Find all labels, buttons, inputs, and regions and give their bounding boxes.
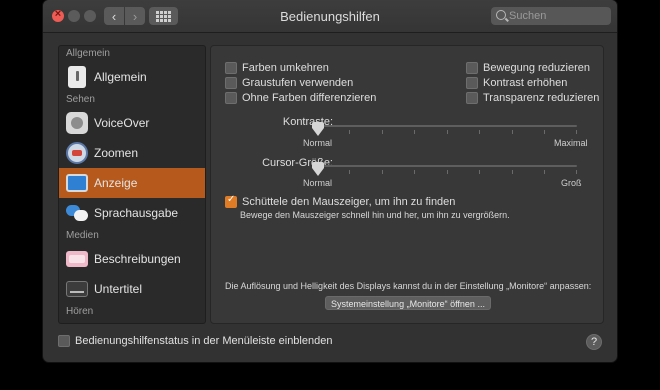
- contrast-slider-track[interactable]: [317, 125, 577, 127]
- checkbox-box[interactable]: [466, 62, 478, 74]
- sidebar-item-untertitel[interactable]: Untertitel: [59, 274, 205, 304]
- differentiate-without-color-checkbox[interactable]: Ohne Farben differenzieren: [225, 91, 376, 105]
- checkbox-box[interactable]: [58, 335, 70, 347]
- search-icon: [496, 10, 506, 20]
- sidebar-section-sehen: Sehen: [66, 94, 95, 105]
- cursor-size-slider-ticks: [317, 170, 577, 174]
- cursor-size-slider-thumb[interactable]: [312, 162, 324, 176]
- sidebar-item-anzeige[interactable]: Anzeige: [59, 168, 205, 198]
- checkbox-label: Farben umkehren: [242, 62, 329, 74]
- sidebar-item-label: Sprachausgabe: [94, 206, 179, 220]
- sidebar-item-label: Allgemein: [94, 70, 147, 84]
- search-input[interactable]: [509, 7, 607, 25]
- sidebar-item-beschreibungen[interactable]: Beschreibungen: [59, 244, 205, 274]
- checkbox-label: Graustufen verwenden: [242, 77, 354, 89]
- zoom-icon: [66, 142, 88, 164]
- sidebar-item-sprachausgabe[interactable]: Sprachausgabe: [59, 198, 205, 228]
- sidebar-item-label: Untertitel: [94, 282, 143, 296]
- checkbox-box[interactable]: [466, 92, 478, 104]
- invert-colors-checkbox[interactable]: Farben umkehren: [225, 61, 329, 75]
- contrast-max-label: Maximal: [554, 138, 588, 148]
- checkbox-label: Ohne Farben differenzieren: [242, 92, 377, 104]
- monitors-note: Die Auflösung und Helligkeit des Display…: [225, 281, 592, 291]
- menu-bar-status-checkbox[interactable]: Bedienungshilfenstatus in der Menüleiste…: [58, 334, 332, 348]
- sidebar-item-label: Beschreibungen: [94, 252, 181, 266]
- checkbox-box[interactable]: [225, 62, 237, 74]
- checkbox-label: Transparenz reduzieren: [483, 92, 600, 104]
- sidebar-item-voiceover[interactable]: VoiceOver: [59, 108, 205, 138]
- sidebar-section-medien: Medien: [66, 230, 99, 241]
- captions-icon: [66, 281, 88, 297]
- speech-icon: [66, 202, 88, 224]
- cursor-size-min-label: Normal: [303, 178, 333, 188]
- display-panel: Farben umkehren Graustufen verwenden Ohn…: [210, 45, 604, 324]
- checkbox-box[interactable]: [225, 194, 237, 208]
- open-monitors-button[interactable]: Systemeinstellung „Monitore“ öffnen ...: [325, 296, 491, 310]
- contrast-min-label: Normal: [303, 138, 333, 148]
- title-bar: × ‹ › Bedienungshilfen: [43, 0, 617, 33]
- checkbox-label: Bedienungshilfenstatus in der Menüleiste…: [75, 335, 333, 347]
- sidebar-section-allgemein: Allgemein: [66, 48, 110, 59]
- increase-contrast-checkbox[interactable]: Kontrast erhöhen: [466, 76, 567, 90]
- checkbox-label: Kontrast erhöhen: [483, 77, 568, 89]
- descriptions-icon: [66, 251, 88, 267]
- general-icon: [68, 66, 86, 88]
- voiceover-icon: [66, 112, 88, 134]
- sidebar-item-zoomen[interactable]: Zoomen: [59, 138, 205, 168]
- sidebar: Allgemein Allgemein Sehen VoiceOver Zoom…: [58, 45, 206, 324]
- contrast-slider-thumb[interactable]: [312, 122, 324, 136]
- shake-to-locate-checkbox[interactable]: Schüttele den Mauszeiger, um ihn zu find…: [225, 194, 456, 209]
- help-button[interactable]: ?: [586, 334, 602, 350]
- search-field[interactable]: [491, 7, 611, 25]
- cursor-size-max-label: Groß: [561, 178, 582, 188]
- display-icon: [66, 174, 88, 192]
- sidebar-item-label: VoiceOver: [94, 116, 150, 130]
- shake-description: Bewege den Mauszeiger schnell hin und he…: [240, 210, 510, 220]
- sidebar-item-allgemein[interactable]: Allgemein: [59, 62, 205, 92]
- sidebar-item-label: Anzeige: [94, 176, 138, 190]
- cursor-size-slider-track[interactable]: [317, 165, 577, 167]
- checkbox-label: Bewegung reduzieren: [483, 62, 591, 74]
- checkbox-box[interactable]: [466, 77, 478, 89]
- contrast-slider-ticks: [317, 130, 577, 134]
- sidebar-item-label: Zoomen: [94, 146, 139, 160]
- checkbox-box[interactable]: [225, 92, 237, 104]
- reduce-transparency-checkbox[interactable]: Transparenz reduzieren: [466, 91, 599, 105]
- grayscale-checkbox[interactable]: Graustufen verwenden: [225, 76, 353, 90]
- reduce-motion-checkbox[interactable]: Bewegung reduzieren: [466, 61, 590, 75]
- checkbox-label: Schüttele den Mauszeiger, um ihn zu find…: [242, 196, 456, 208]
- sidebar-section-hoeren: Hören: [66, 306, 94, 317]
- checkbox-box[interactable]: [225, 77, 237, 89]
- preferences-window: × ‹ › Bedienungshilfen Allgemein Allgeme…: [43, 0, 617, 362]
